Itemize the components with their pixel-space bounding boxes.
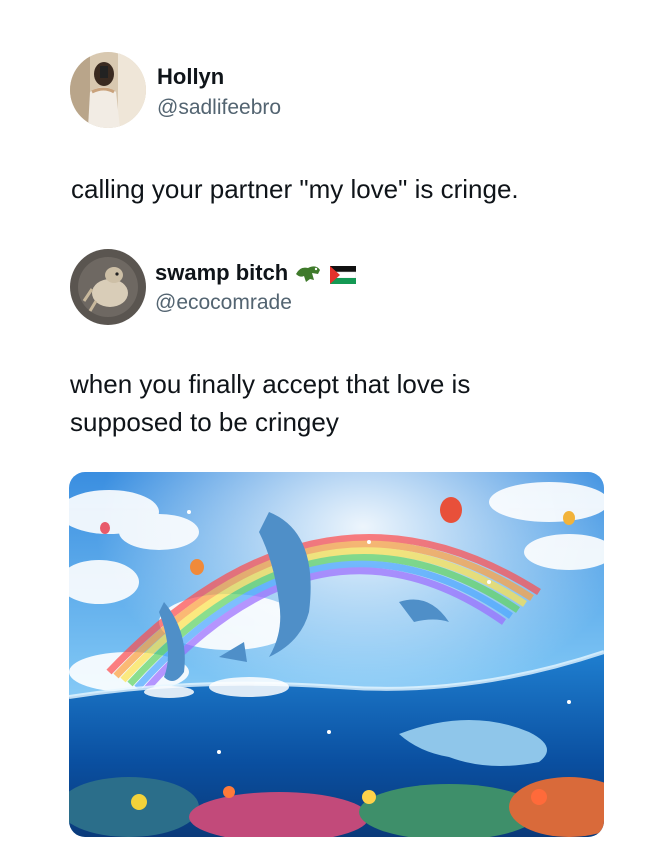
display-name-text: swamp bitch xyxy=(155,260,289,285)
tweet-text: calling your partner "my love" is cringe… xyxy=(71,174,519,204)
palestine-flag-icon xyxy=(330,264,357,284)
tweet-text-line-2: supposed to be cringey xyxy=(70,407,339,437)
display-name[interactable]: Hollyn xyxy=(157,64,224,90)
avatar-swamp-bitch[interactable] xyxy=(70,249,146,325)
user-handle[interactable]: @sadlifeebro xyxy=(157,96,281,120)
display-name[interactable]: swamp bitch xyxy=(155,260,357,286)
crocodile-icon xyxy=(294,262,324,284)
user-handle[interactable]: @ecocomrade xyxy=(155,291,292,315)
avatar-hollyn[interactable] xyxy=(70,52,146,128)
tweet-image-dolphins-rainbow[interactable] xyxy=(69,472,604,837)
tweet-text-line-1: when you finally accept that love is xyxy=(70,369,471,399)
display-name-text: Hollyn xyxy=(157,64,225,89)
